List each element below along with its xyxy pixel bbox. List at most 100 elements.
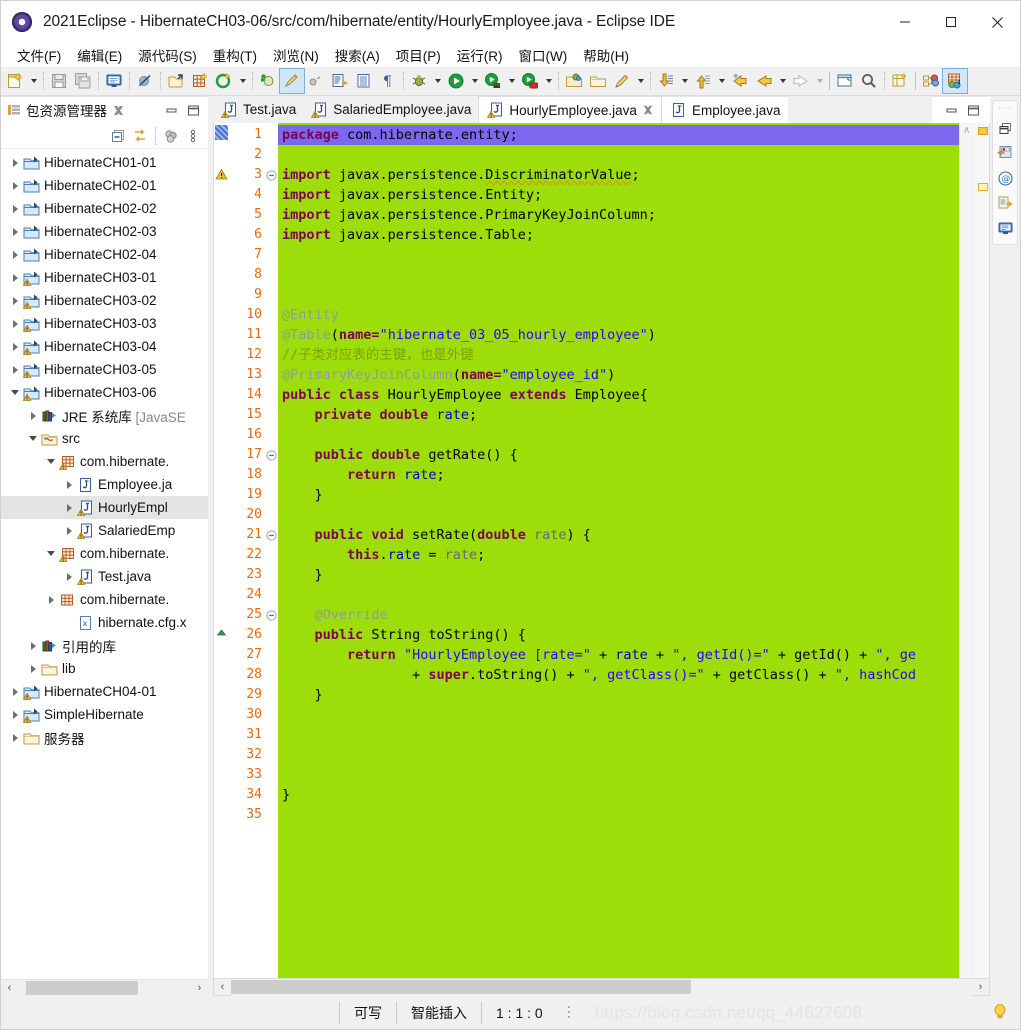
scroll-left-icon[interactable]: ‹ bbox=[1, 980, 18, 997]
code-line[interactable]: } bbox=[278, 785, 959, 805]
scroll-thumb[interactable] bbox=[231, 979, 691, 994]
editor-tab-employee-java[interactable]: Employee.java bbox=[661, 96, 788, 123]
newclass-dropdown-arrow[interactable] bbox=[236, 69, 249, 93]
tree-item-src[interactable]: src bbox=[1, 427, 208, 450]
chevron-right-icon[interactable] bbox=[7, 312, 23, 335]
code-line[interactable]: @Entity bbox=[278, 305, 959, 325]
scroll-left-icon[interactable]: ‹ bbox=[214, 979, 231, 996]
debug-icon[interactable] bbox=[407, 69, 431, 93]
editor-tab-test-java[interactable]: Test.java bbox=[213, 96, 304, 123]
editor-overview-ruler[interactable] bbox=[975, 123, 989, 978]
package-explorer-hscrollbar[interactable]: ‹ › bbox=[1, 979, 208, 997]
tree-item-hibernatech03-03[interactable]: HibernateCH03-03 bbox=[1, 312, 208, 335]
chevron-right-icon[interactable] bbox=[61, 565, 77, 588]
chevron-right-icon[interactable] bbox=[61, 519, 77, 542]
fold-collapse-icon[interactable] bbox=[264, 445, 278, 465]
overview-marker-task[interactable] bbox=[978, 183, 988, 191]
chevron-down-icon[interactable] bbox=[43, 450, 59, 473]
menu-run[interactable]: 运行(R) bbox=[449, 43, 511, 67]
chevron-down-icon[interactable] bbox=[25, 427, 41, 450]
scroll-track[interactable] bbox=[18, 979, 191, 997]
runserver-dropdown-arrow[interactable] bbox=[505, 69, 518, 93]
chevron-right-icon[interactable] bbox=[61, 496, 77, 519]
tree-item-hibernatech03-01[interactable]: HibernateCH03-01 bbox=[1, 266, 208, 289]
chevron-right-icon[interactable] bbox=[7, 151, 23, 174]
new-java-console-icon[interactable] bbox=[102, 69, 126, 93]
chevron-right-icon[interactable] bbox=[25, 657, 41, 680]
code-line[interactable]: this.rate = rate; bbox=[278, 545, 959, 565]
code-line[interactable] bbox=[278, 745, 959, 765]
new-wizard-icon[interactable] bbox=[3, 69, 27, 93]
debug-dropdown-arrow[interactable] bbox=[431, 69, 444, 93]
editor-source-code[interactable]: package com.hibernate.entity; import jav… bbox=[278, 123, 959, 978]
tree-item-hibernatech02-02[interactable]: HibernateCH02-02 bbox=[1, 197, 208, 220]
view-menu-filter-icon[interactable] bbox=[160, 125, 182, 147]
toggle-mark-occurrences-icon[interactable] bbox=[279, 68, 305, 94]
warning-marker-icon[interactable] bbox=[214, 163, 230, 183]
code-line[interactable]: return "HourlyEmployee [rate=" + rate + … bbox=[278, 645, 959, 665]
view-menu-icon[interactable] bbox=[182, 125, 204, 147]
run-icon[interactable] bbox=[444, 69, 468, 93]
code-line[interactable] bbox=[278, 705, 959, 725]
editor-annotation-ruler[interactable] bbox=[214, 123, 230, 978]
chevron-right-icon[interactable] bbox=[7, 197, 23, 220]
console-view-icon[interactable] bbox=[995, 218, 1015, 238]
link-editor-icon[interactable] bbox=[304, 69, 328, 93]
chevron-right-icon[interactable] bbox=[25, 404, 41, 427]
next-annotation-icon[interactable] bbox=[654, 69, 678, 93]
override-marker-icon[interactable] bbox=[214, 623, 230, 643]
open-task-icon[interactable] bbox=[328, 69, 352, 93]
skip-breakpoints-icon[interactable] bbox=[133, 69, 157, 93]
servers-view-icon[interactable]: ! bbox=[995, 143, 1015, 163]
code-line[interactable]: @Table(name="hibernate_03_05_hourly_empl… bbox=[278, 325, 959, 345]
chevron-right-icon[interactable] bbox=[7, 220, 23, 243]
close-button[interactable] bbox=[974, 1, 1020, 43]
tree-item-com-hibernate[interactable]: com.hibernate. bbox=[1, 542, 208, 565]
chevron-right-icon[interactable] bbox=[7, 174, 23, 197]
open-perspective-icon[interactable] bbox=[888, 69, 912, 93]
previous-annotation-icon[interactable] bbox=[691, 69, 715, 93]
search-icon[interactable] bbox=[857, 69, 881, 93]
perspective-web-icon[interactable] bbox=[919, 69, 943, 93]
chevron-right-icon[interactable] bbox=[43, 588, 59, 611]
editor-folding-ruler[interactable] bbox=[264, 123, 278, 978]
tree-item-hibernatech03-06[interactable]: HibernateCH03-06 bbox=[1, 381, 208, 404]
external-tools-icon[interactable] bbox=[256, 69, 280, 93]
new-annotation-icon[interactable] bbox=[610, 69, 634, 93]
chevron-right-icon[interactable] bbox=[7, 266, 23, 289]
chevron-right-icon[interactable] bbox=[7, 726, 23, 749]
code-line[interactable]: public void setRate(double rate) { bbox=[278, 525, 959, 545]
code-line[interactable]: + super.toString() + ", getClass()=" + g… bbox=[278, 665, 959, 685]
code-line[interactable]: import javax.persistence.PrimaryKeyJoinC… bbox=[278, 205, 959, 225]
code-line[interactable]: @PrimaryKeyJoinColumn(name="employee_id"… bbox=[278, 365, 959, 385]
stop-server-icon[interactable] bbox=[518, 69, 542, 93]
collapse-all-icon[interactable] bbox=[107, 125, 129, 147]
code-line[interactable]: package com.hibernate.entity; bbox=[278, 125, 959, 145]
tree-item-employee-ja[interactable]: Employee.ja bbox=[1, 473, 208, 496]
pilcrow-icon[interactable]: ¶ bbox=[376, 69, 400, 93]
new-dropdown-arrow[interactable] bbox=[27, 69, 40, 93]
new-java-class-icon[interactable] bbox=[212, 69, 236, 93]
save-all-icon[interactable] bbox=[71, 69, 95, 93]
forward-dropdown-arrow[interactable] bbox=[813, 69, 826, 93]
code-line[interactable]: //子类对应表的主键，也是外键 bbox=[278, 345, 959, 365]
tree-item-hibernatech03-04[interactable]: HibernateCH03-04 bbox=[1, 335, 208, 358]
tree-item-hibernatech03-02[interactable]: HibernateCH03-02 bbox=[1, 289, 208, 312]
maximize-button[interactable] bbox=[928, 1, 974, 43]
save-icon[interactable] bbox=[47, 69, 71, 93]
new-folder-green-icon[interactable] bbox=[562, 69, 586, 93]
stopserver-dropdown-arrow[interactable] bbox=[542, 69, 555, 93]
editor-tab-hourlyemployee-java[interactable]: HourlyEmployee.java bbox=[478, 96, 662, 123]
menu-navigate[interactable]: 浏览(N) bbox=[265, 43, 327, 67]
code-line[interactable] bbox=[278, 425, 959, 445]
scroll-thumb[interactable] bbox=[26, 980, 138, 995]
tree-item-simplehibernate[interactable]: SimpleHibernate bbox=[1, 703, 208, 726]
snippets-view-icon[interactable]: @ bbox=[995, 168, 1015, 188]
close-icon[interactable] bbox=[642, 104, 654, 116]
maximize-icon[interactable] bbox=[962, 99, 984, 121]
code-line[interactable]: public String toString() { bbox=[278, 625, 959, 645]
code-line[interactable]: public class HourlyEmployee extends Empl… bbox=[278, 385, 959, 405]
scroll-track[interactable] bbox=[231, 978, 972, 996]
fold-collapse-icon[interactable] bbox=[264, 525, 278, 545]
link-with-editor-icon[interactable] bbox=[129, 125, 151, 147]
